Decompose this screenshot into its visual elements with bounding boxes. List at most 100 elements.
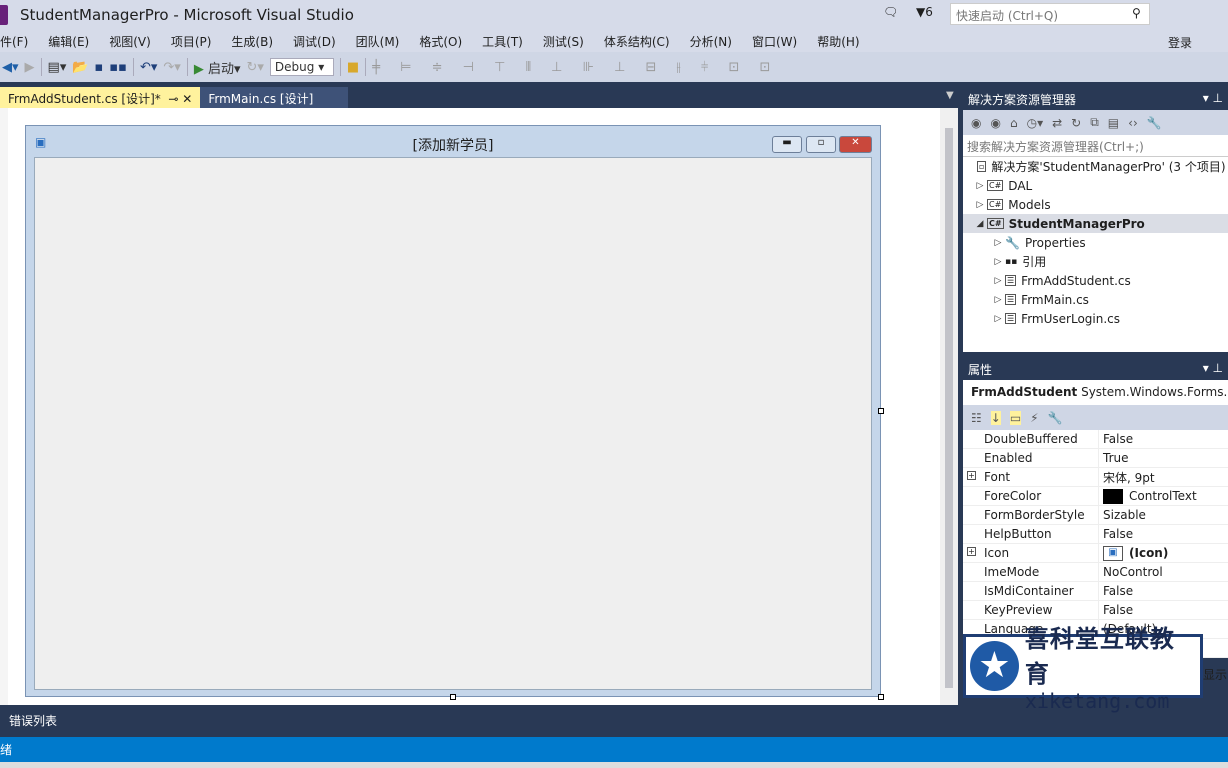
panel-menu-icon[interactable]: ▾ ⊥ <box>1203 361 1223 375</box>
menu-item[interactable]: 编辑(E) <box>48 30 89 52</box>
property-row[interactable]: KeyPreview False <box>963 601 1228 620</box>
forward-icon[interactable]: ▶ <box>25 60 35 75</box>
close-icon[interactable]: ✕ <box>182 92 192 106</box>
align-toolbar-icons[interactable]: ╪ ⊨ ≑ ⊣ ⊤ ⫴ ⊥ ⊪ ⊥ ⊟ ⫲ ⫩ ⊡ ⊡ <box>372 60 778 75</box>
collapsed-arrow-icon[interactable]: ▷ <box>991 314 1005 324</box>
search-placeholder: 搜索解决方案资源管理器(Ctrl+;) <box>967 140 1144 154</box>
home-icon[interactable]: ⌂ <box>1010 116 1018 130</box>
notifications[interactable]: ▼6 <box>916 5 933 19</box>
find-icon[interactable]: ■ <box>347 60 359 75</box>
collapsed-arrow-icon[interactable]: ▷ <box>973 181 987 191</box>
categorized-icon[interactable]: ☷ <box>971 411 982 425</box>
feedback-icon[interactable]: 🗨 <box>883 5 898 19</box>
object-selector[interactable]: FrmAddStudent System.Windows.Forms.Fo <box>963 380 1228 405</box>
tree-item[interactable]: ▷ 🔧 Properties <box>963 233 1228 252</box>
undo-icon[interactable]: ↶▾ <box>140 60 157 75</box>
tree-item[interactable]: ▷ ☰ FrmUserLogin.cs <box>963 309 1228 328</box>
back-icon[interactable]: ◀▾ <box>2 60 19 75</box>
property-pages-icon[interactable]: 🔧 <box>1048 411 1063 425</box>
new-project-icon[interactable]: ▤▾ <box>48 60 67 75</box>
property-row[interactable]: + Icon ▣ (Icon) <box>963 544 1228 563</box>
resize-handle-bottom[interactable] <box>450 694 456 700</box>
minimize-button[interactable]: ▬ <box>772 136 802 153</box>
tab-frmaddstudent[interactable]: FrmAddStudent.cs [设计]* ⊸ ✕ <box>0 87 201 108</box>
property-value: False <box>1103 527 1134 541</box>
quick-launch-input[interactable]: 快速启动 (Ctrl+Q) <box>950 3 1150 25</box>
property-row[interactable]: ImeMode NoControl <box>963 563 1228 582</box>
property-name: KeyPreview <box>984 603 1053 617</box>
history-icon[interactable]: ◷▾ <box>1027 116 1044 130</box>
menu-item[interactable]: 帮助(H) <box>817 30 859 52</box>
expanded-arrow-icon[interactable]: ◢ <box>973 219 987 229</box>
menu-item[interactable]: 项目(P) <box>171 30 212 52</box>
menu-item[interactable]: 工具(T) <box>482 30 523 52</box>
expand-icon[interactable]: + <box>967 471 976 480</box>
alphabetical-icon[interactable]: ↓ <box>990 410 1001 425</box>
tree-item[interactable]: ▷ ☰ FrmAddStudent.cs <box>963 271 1228 290</box>
resize-handle-corner[interactable] <box>878 694 884 700</box>
tree-item[interactable]: ▷ ☰ FrmMain.cs <box>963 290 1228 309</box>
menu-item[interactable]: 生成(B) <box>231 30 273 52</box>
form-window[interactable]: ▣ [添加新学员] ▬ ▫ ✕ <box>25 125 881 697</box>
pin-icon[interactable]: ⊸ <box>168 92 178 106</box>
collapse-icon[interactable]: ⧉ <box>1090 115 1099 130</box>
panel-menu-icon[interactable]: ▾ ⊥ <box>1203 91 1223 105</box>
property-row[interactable]: DoubleBuffered False <box>963 430 1228 449</box>
code-icon[interactable]: ‹› <box>1128 116 1138 130</box>
login-link[interactable]: 登录 <box>1168 34 1192 51</box>
menu-item[interactable]: 体系结构(C) <box>604 30 670 52</box>
menu-item[interactable]: 团队(M) <box>356 30 400 52</box>
events-icon[interactable]: ⚡ <box>1030 411 1038 425</box>
tree-item[interactable]: ▷ C# Models <box>963 195 1228 214</box>
csharp-project-icon: C# <box>987 218 1004 229</box>
menu-item[interactable]: 件(F) <box>0 30 28 52</box>
collapsed-arrow-icon[interactable]: ▷ <box>991 238 1005 248</box>
form-client-area[interactable] <box>34 157 872 690</box>
redo-icon[interactable]: ↷▾ <box>163 60 180 75</box>
show-all-icon[interactable]: ▤ <box>1108 116 1119 130</box>
menu-item[interactable]: 测试(S) <box>543 30 584 52</box>
property-row[interactable]: FormBorderStyle Sizable <box>963 506 1228 525</box>
collapsed-arrow-icon[interactable]: ▷ <box>991 257 1005 267</box>
form-file-icon: ☰ <box>1005 275 1017 286</box>
sync-icon[interactable]: ⇄ <box>1052 116 1062 130</box>
property-row[interactable]: Enabled True <box>963 449 1228 468</box>
expand-icon[interactable]: + <box>967 547 976 556</box>
forward-icon[interactable]: ◉ <box>990 116 1000 130</box>
save-all-icon[interactable]: ▪▪ <box>109 60 127 75</box>
designer-scrollbar[interactable] <box>940 108 958 705</box>
property-row[interactable]: HelpButton False <box>963 525 1228 544</box>
scrollbar-thumb[interactable] <box>945 128 953 688</box>
property-row[interactable]: ForeColor ControlText <box>963 487 1228 506</box>
menu-item[interactable]: 格式(O) <box>419 30 462 52</box>
refresh-icon[interactable]: ↻ <box>1071 116 1081 130</box>
collapsed-arrow-icon[interactable]: ▷ <box>991 295 1005 305</box>
tree-item[interactable]: ◢ C# StudentManagerPro <box>963 214 1228 233</box>
menu-item[interactable]: 视图(V) <box>109 30 151 52</box>
close-button[interactable]: ✕ <box>839 136 872 153</box>
solution-search-input[interactable]: 搜索解决方案资源管理器(Ctrl+;) <box>963 135 1228 157</box>
maximize-button[interactable]: ▫ <box>806 136 836 153</box>
back-icon[interactable]: ◉ <box>971 116 981 130</box>
tree-item[interactable]: ▷ ▪▪ 引用 <box>963 252 1228 271</box>
error-list-tab[interactable]: 错误列表 <box>0 705 963 737</box>
tab-frmmain[interactable]: FrmMain.cs [设计] <box>200 87 349 108</box>
menu-item[interactable]: 分析(N) <box>690 30 732 52</box>
property-row[interactable]: + Font 宋体, 9pt <box>963 468 1228 487</box>
properties-toolbar: ☷ ↓ ▭ ⚡ 🔧 <box>963 405 1228 430</box>
menu-item[interactable]: 调试(D) <box>293 30 336 52</box>
open-icon[interactable]: 📂 <box>72 60 88 75</box>
collapsed-arrow-icon[interactable]: ▷ <box>973 200 987 210</box>
property-row[interactable]: IsMdiContainer False <box>963 582 1228 601</box>
start-button[interactable]: ▶ 启动▾ <box>194 58 241 77</box>
menu-item[interactable]: 窗口(W) <box>752 30 797 52</box>
collapsed-arrow-icon[interactable]: ▷ <box>991 276 1005 286</box>
properties-icon[interactable]: ▭ <box>1009 410 1022 425</box>
wrench-icon[interactable]: 🔧 <box>1147 116 1162 130</box>
resize-handle-right[interactable] <box>878 408 884 414</box>
tree-item[interactable]: ▷ C# DAL <box>963 176 1228 195</box>
configuration-dropdown[interactable]: Debug ▾ <box>269 58 334 76</box>
tree-item[interactable]: ▫ 解决方案'StudentManagerPro' (3 个项目) <box>963 157 1228 176</box>
save-icon[interactable]: ▪ <box>95 60 104 75</box>
refresh-icon[interactable]: ↻▾ <box>247 60 264 75</box>
